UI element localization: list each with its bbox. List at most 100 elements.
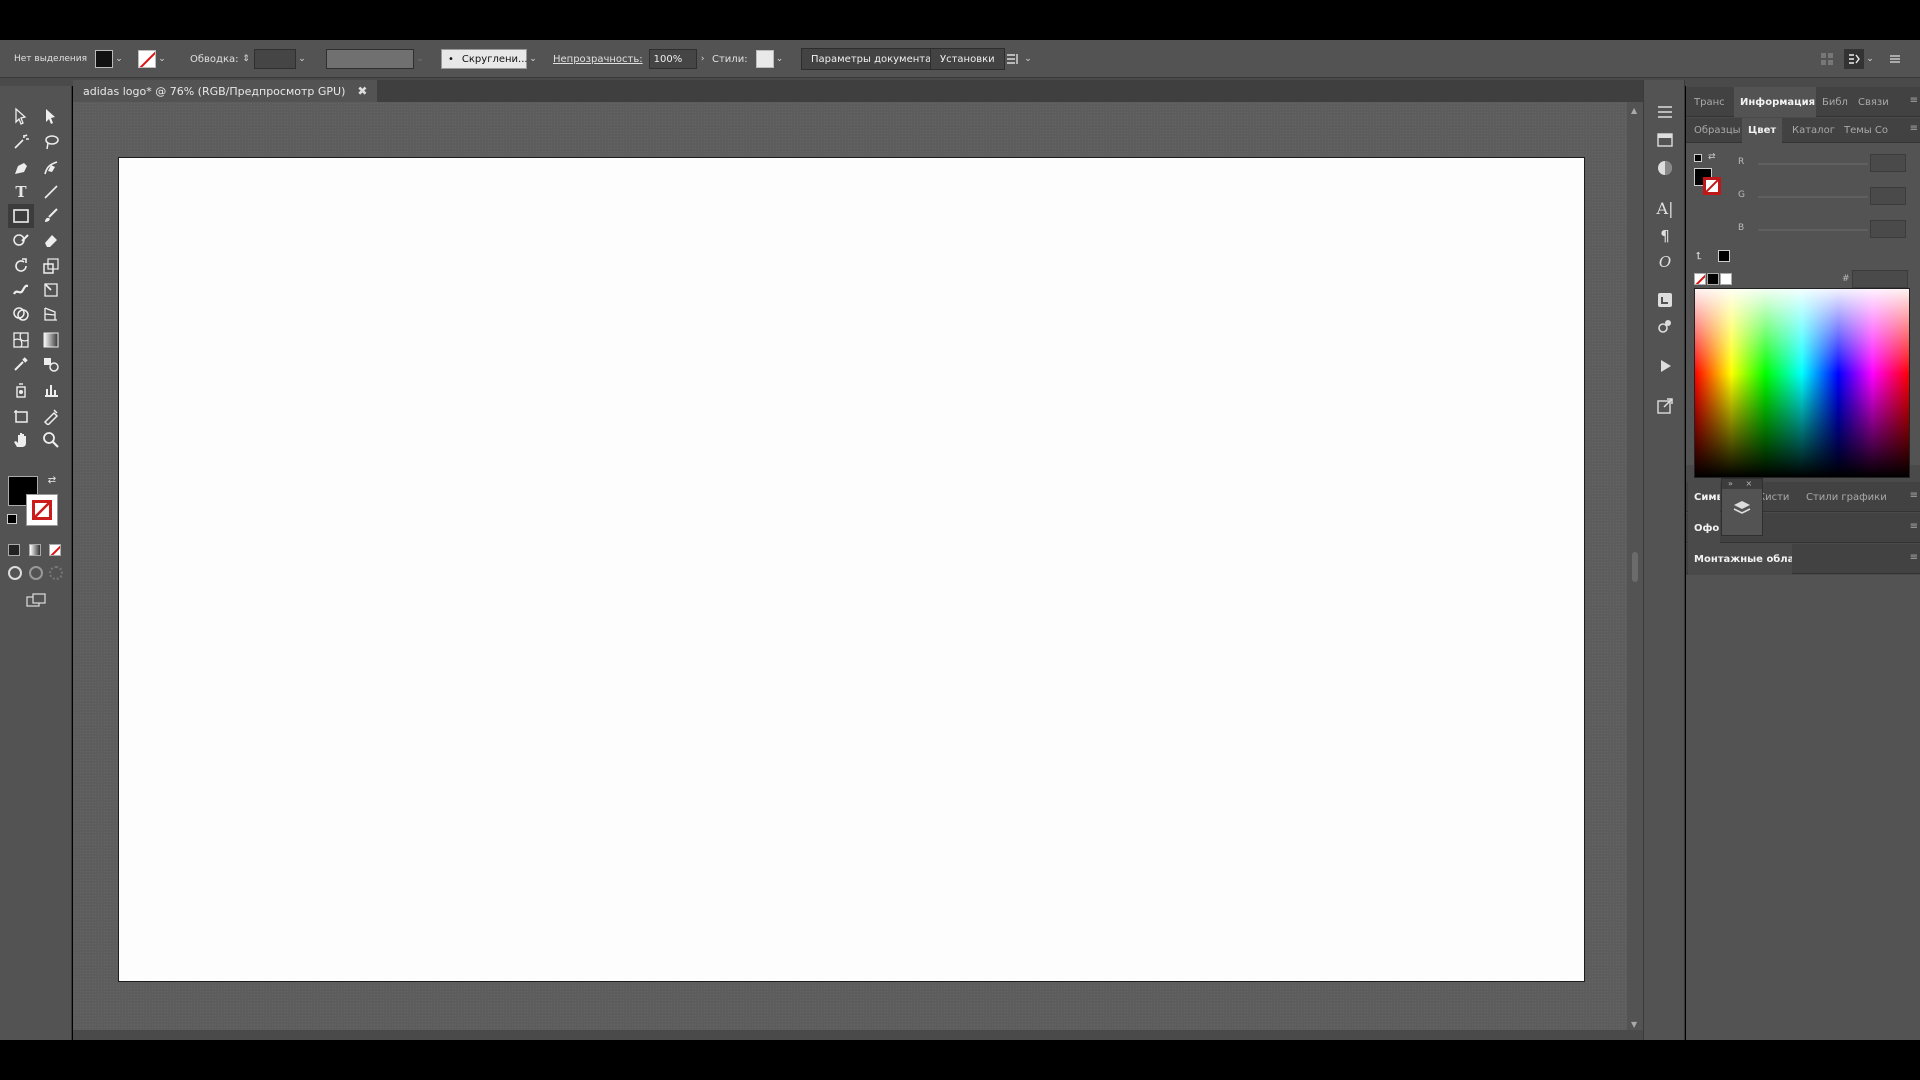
opacity-label[interactable]: Непрозрачность: [553, 54, 643, 65]
gradient-icon[interactable] [38, 328, 64, 352]
panel-menu-icon[interactable]: ≡ [1910, 552, 1918, 563]
properties-icon[interactable] [1655, 102, 1675, 122]
lasso-icon[interactable] [38, 130, 64, 154]
shape-builder-icon[interactable] [8, 302, 34, 326]
tab-color-themes[interactable]: Темы Со [1844, 118, 1892, 143]
actions-icon[interactable] [1655, 356, 1675, 376]
color-mode-icon[interactable] [8, 544, 20, 556]
chevron-down-icon[interactable]: ⌄ [113, 50, 125, 68]
warp-icon[interactable] [8, 278, 34, 302]
mesh-icon[interactable] [8, 328, 34, 352]
symbol-sprayer-icon[interactable] [8, 378, 34, 402]
default-colors-icon[interactable] [1694, 154, 1702, 162]
scale-icon[interactable] [38, 254, 64, 278]
workspace-switcher-icon[interactable] [1844, 49, 1864, 69]
paragraph-icon[interactable]: ¶ [1655, 226, 1675, 246]
tab-catalog[interactable]: Каталог [1792, 118, 1836, 143]
fill-swatch[interactable] [95, 50, 113, 68]
black-swatch[interactable] [1707, 273, 1719, 285]
stroke-color-control[interactable]: ⌄ [138, 48, 168, 70]
swap-colors-icon[interactable]: ⇄ [1708, 152, 1716, 162]
chevron-down-icon[interactable]: ⌄ [527, 50, 539, 68]
stroke-none-swatch[interactable] [138, 50, 156, 68]
vertical-scrollbar[interactable]: ▲ ▼ [1627, 102, 1643, 1035]
brush-definition-field[interactable]: • Скруглени... [441, 49, 528, 69]
chevron-down-icon[interactable]: ⌄ [774, 50, 786, 68]
white-swatch[interactable] [1720, 273, 1732, 285]
scroll-down-icon[interactable]: ▼ [1631, 1020, 1637, 1029]
graph-icon[interactable] [38, 378, 64, 402]
hex-field[interactable] [1852, 270, 1908, 288]
tab-graphic-styles[interactable]: Стили графики [1806, 482, 1892, 512]
type-icon[interactable]: T [8, 180, 34, 204]
rotate-icon[interactable] [8, 254, 34, 278]
none-mode-icon[interactable] [49, 544, 61, 556]
tab-appearance[interactable]: Офор [1688, 513, 1720, 543]
paintbrush-icon[interactable] [38, 204, 64, 228]
opentype-icon[interactable]: O [1655, 252, 1675, 272]
color-icon[interactable] [1655, 158, 1675, 178]
gradient-mode-icon[interactable] [29, 544, 41, 556]
scroll-up-icon[interactable]: ▲ [1631, 106, 1637, 115]
draw-behind-icon[interactable] [29, 566, 43, 580]
chevron-down-icon[interactable]: ⌄ [156, 50, 168, 68]
swap-fill-stroke-icon[interactable]: ⇄ [44, 472, 60, 488]
preferences-button[interactable]: Установки [930, 48, 1005, 70]
hand-icon[interactable] [8, 428, 34, 452]
graphic-style-swatch[interactable] [755, 50, 774, 68]
tab-info[interactable]: Информация [1734, 87, 1816, 117]
shaper-icon[interactable] [8, 228, 34, 252]
eyedropper-icon[interactable] [8, 352, 34, 376]
collapse-icon[interactable]: » [1728, 479, 1733, 488]
artboard-icon[interactable] [8, 404, 34, 428]
magic-wand-icon[interactable] [8, 130, 34, 154]
chevron-down-icon[interactable]: ⌄ [1864, 50, 1876, 68]
default-fill-stroke-icon[interactable] [7, 514, 17, 524]
close-icon[interactable]: ✖ [357, 84, 367, 98]
pen-icon[interactable] [8, 156, 34, 180]
gamut-color-swatch[interactable] [1718, 250, 1730, 262]
channel-r-field[interactable] [1870, 154, 1906, 172]
character-icon[interactable]: A| [1655, 198, 1675, 218]
tab-color[interactable]: Цвет [1742, 118, 1782, 143]
channel-g-field[interactable] [1870, 187, 1906, 205]
appearance-icon[interactable] [1655, 316, 1675, 336]
stroke-weight-field[interactable] [254, 49, 296, 69]
arrange-documents-icon[interactable] [1004, 50, 1022, 68]
channel-b-slider[interactable] [1758, 229, 1868, 231]
arrange-docs[interactable]: ⌄ [1004, 48, 1034, 70]
tab-brushes[interactable]: Кисти [1758, 482, 1794, 512]
channel-g-slider[interactable] [1758, 196, 1868, 198]
chevron-down-icon[interactable]: ⌄ [414, 50, 426, 68]
panel-menu-icon[interactable] [1888, 52, 1902, 66]
export-icon[interactable] [1655, 396, 1675, 416]
free-transform-icon[interactable] [38, 278, 64, 302]
layers-icon[interactable] [1655, 130, 1675, 150]
libraries-icon[interactable] [1655, 290, 1675, 310]
rectangle-icon[interactable] [8, 204, 34, 228]
zoom-icon[interactable] [38, 428, 64, 452]
out-of-gamut-icon[interactable]: ⮤ [1696, 251, 1702, 262]
screen-mode-icon[interactable] [26, 592, 46, 607]
tab-transform[interactable]: Транс [1694, 87, 1730, 117]
artboard[interactable] [118, 157, 1585, 982]
floating-layers-panel[interactable]: » × [1721, 478, 1763, 536]
layers-icon[interactable] [1732, 499, 1752, 521]
blend-icon[interactable] [38, 352, 64, 376]
panel-menu-icon[interactable]: ≡ [1910, 123, 1918, 134]
channel-b-field[interactable] [1870, 220, 1906, 238]
stepper-icon[interactable]: ⇕ [240, 50, 252, 68]
document-tab[interactable]: adidas logo* @ 76% (RGB/Предпросмотр GPU… [73, 80, 378, 102]
chevron-right-icon[interactable]: › [697, 50, 709, 68]
tab-swatches[interactable]: Образцы [1694, 118, 1740, 143]
tab-links[interactable]: Связи [1858, 87, 1892, 117]
color-spectrum[interactable] [1694, 288, 1910, 478]
tab-artboards[interactable]: Монтажные области [1688, 544, 1792, 574]
line-icon[interactable] [38, 180, 64, 204]
selection-icon[interactable] [8, 104, 34, 128]
variable-width-field[interactable] [326, 49, 414, 69]
perspective-icon[interactable] [38, 302, 64, 326]
draw-inside-icon[interactable] [49, 566, 63, 580]
draw-normal-icon[interactable] [8, 566, 22, 580]
panel-menu-icon[interactable]: ≡ [1910, 490, 1918, 501]
